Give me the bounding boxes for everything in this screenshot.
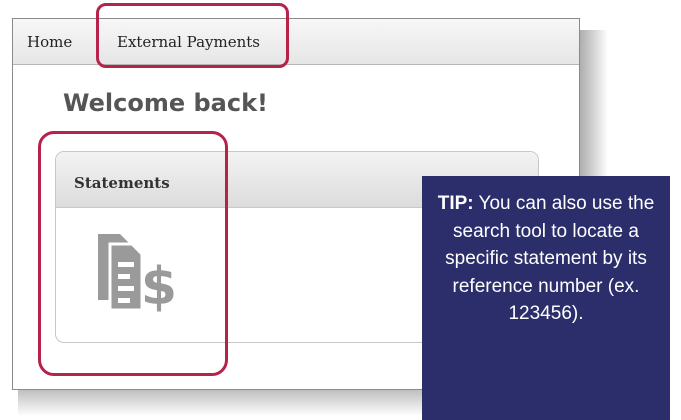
nav-separator xyxy=(97,27,98,57)
nav-item-external-payments[interactable]: External Payments xyxy=(117,33,260,51)
screenshot-stage: Home External Payments Welcome back! Sta… xyxy=(0,0,681,420)
svg-text:$: $ xyxy=(141,257,176,317)
nav-item-home[interactable]: Home xyxy=(27,33,72,51)
tip-text: You can also use the search tool to loca… xyxy=(445,193,655,324)
window-shadow-bottom xyxy=(18,386,438,416)
tip-callout: TIP: You can also use the search tool to… xyxy=(422,176,670,420)
tip-label: TIP: xyxy=(437,193,474,214)
welcome-heading: Welcome back! xyxy=(63,89,268,117)
top-navbar: Home External Payments xyxy=(13,19,579,65)
statement-dollar-icon[interactable]: $ xyxy=(80,222,176,318)
statements-card-title: Statements xyxy=(74,174,170,192)
